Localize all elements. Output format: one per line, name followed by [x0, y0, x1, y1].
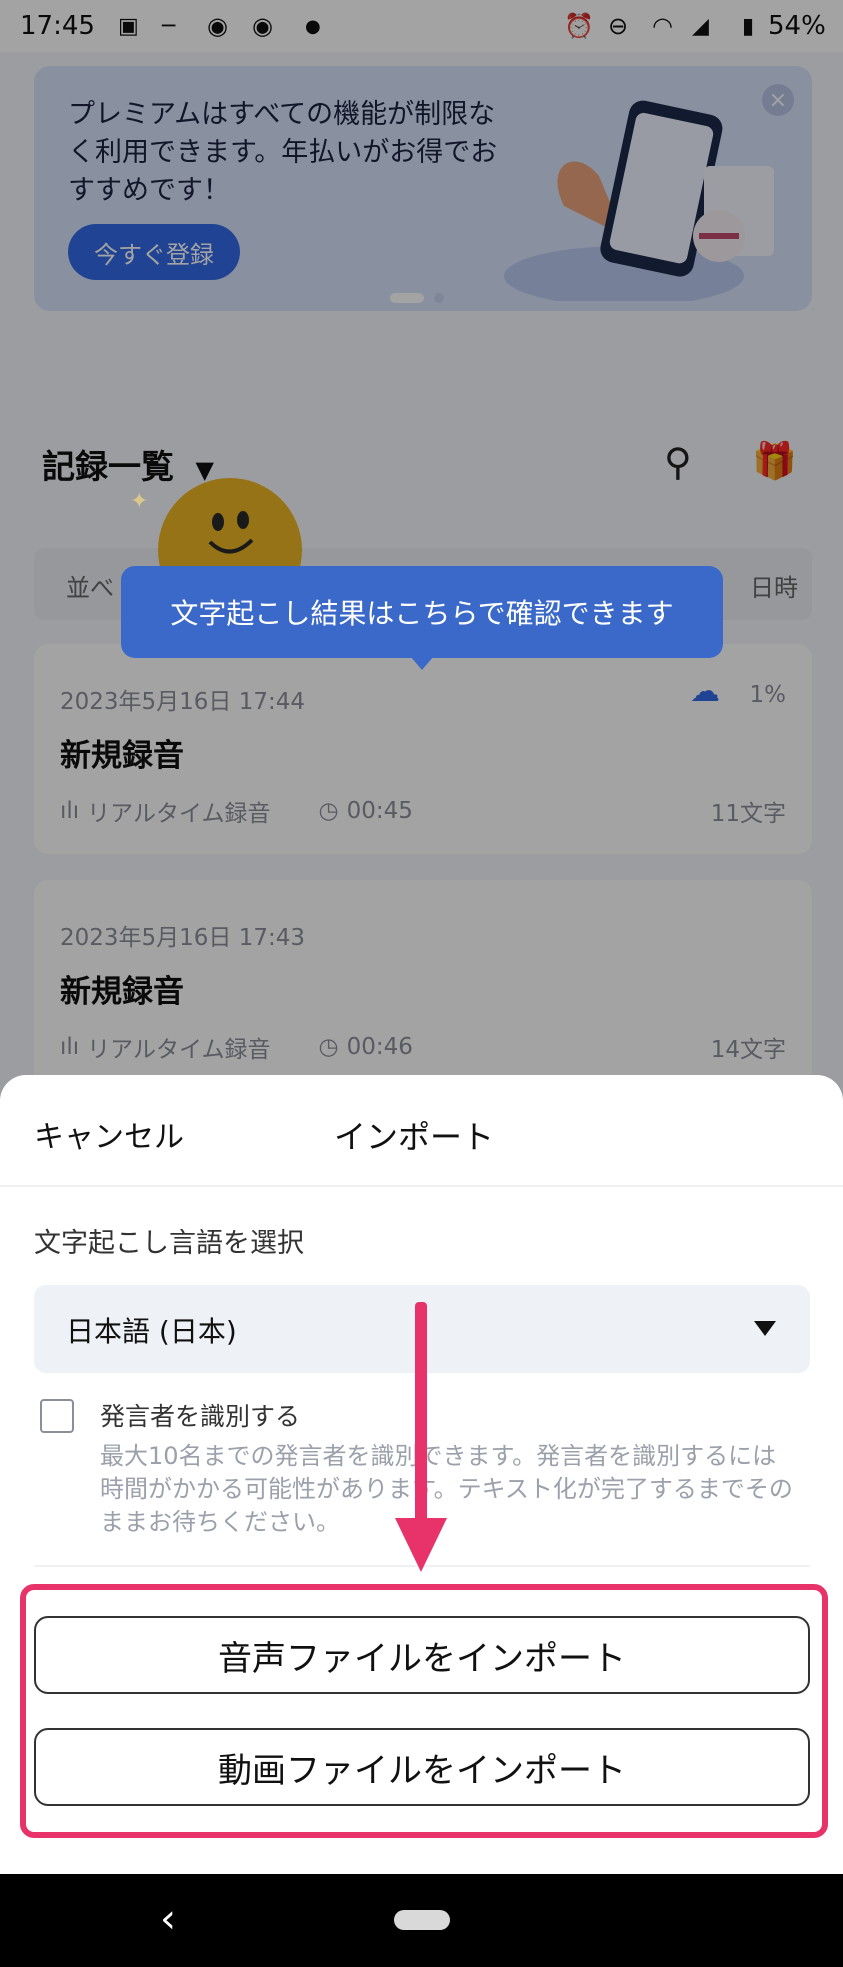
language-label: 文字起こし言語を選択	[34, 1228, 304, 1259]
back-icon[interactable]: ‹	[160, 1896, 176, 1942]
tooltip-tail	[410, 656, 434, 670]
divider	[0, 1185, 843, 1187]
dropdown-arrow-icon	[754, 1321, 776, 1336]
system-nav-bar: ‹	[0, 1874, 843, 1967]
cancel-button[interactable]: キャンセル	[34, 1112, 184, 1156]
mascot-illustration: ✦	[130, 478, 302, 580]
language-value: 日本語 (日本)	[66, 1315, 237, 1348]
svg-text:✦: ✦	[130, 489, 148, 514]
speaker-checkbox[interactable]	[40, 1399, 74, 1433]
annotation-highlight-box	[20, 1584, 828, 1838]
tooltip: 文字起こし結果はこちらで確認できます	[121, 566, 723, 658]
speaker-label: 発言者を識別する	[100, 1402, 301, 1431]
annotation-arrow-head	[395, 1518, 447, 1572]
sheet-title: インポート	[334, 1118, 495, 1156]
home-pill[interactable]	[394, 1910, 450, 1930]
annotation-arrow	[415, 1302, 427, 1524]
speaker-note: 最大10名までの発言者を識別できます。発言者を識別するには時間がかかる可能性があ…	[100, 1442, 793, 1536]
